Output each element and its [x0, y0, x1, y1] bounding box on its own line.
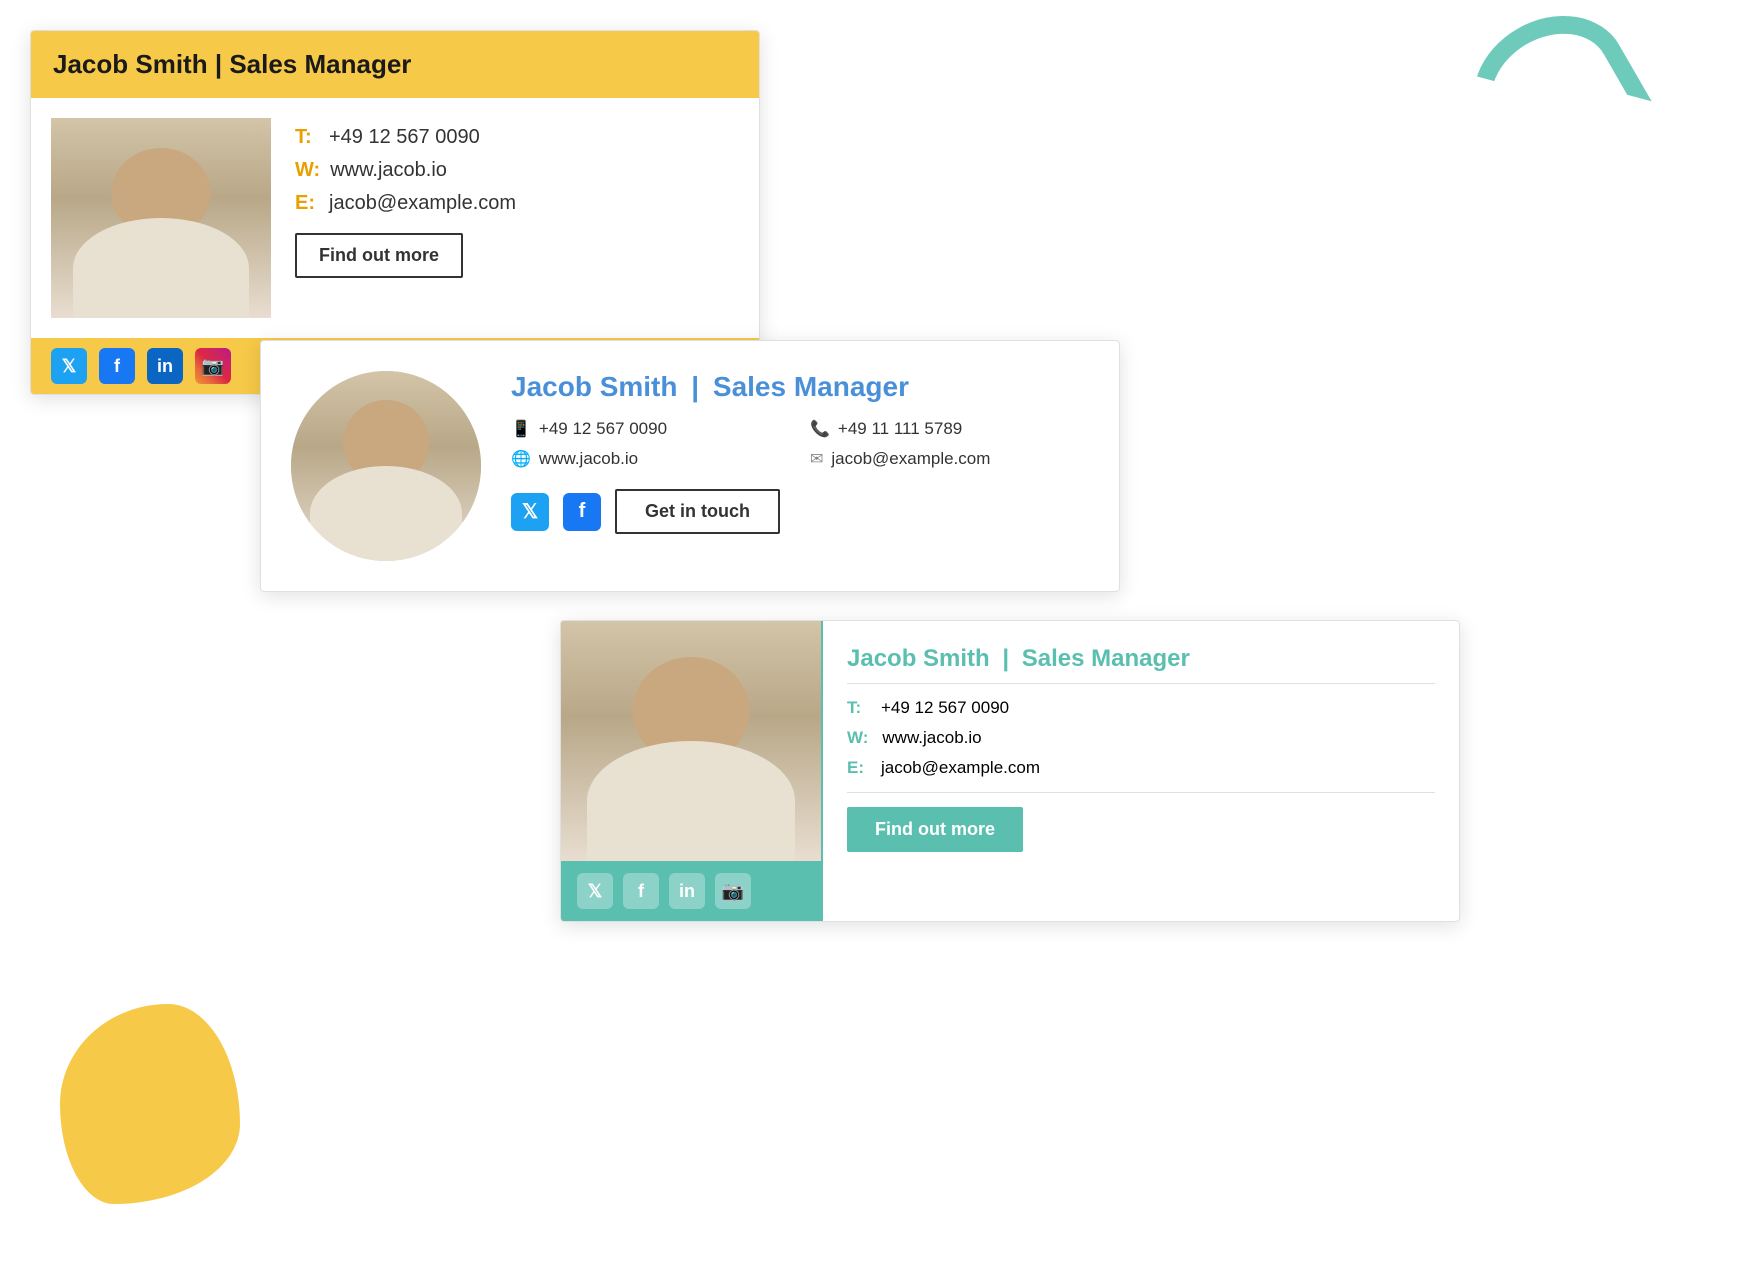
- website-label: W:: [295, 159, 320, 182]
- card2-email-value: jacob@example.com: [831, 449, 990, 469]
- card2-facebook-icon[interactable]: f: [563, 493, 601, 531]
- phone-label: T:: [295, 126, 319, 149]
- card1-cta-button[interactable]: Find out more: [295, 233, 463, 278]
- card2-name-title: Jacob Smith | Sales Manager: [511, 371, 1089, 403]
- card3-name-title: Jacob Smith | Sales Manager: [847, 645, 1435, 684]
- card1-photo: [51, 118, 271, 318]
- card3-divider: [847, 792, 1435, 793]
- card3-photo: [561, 621, 821, 861]
- card1-body: T: +49 12 567 0090 W: www.jacob.io E: ja…: [31, 98, 759, 338]
- person-image-2: [291, 371, 481, 561]
- person-image-3: [561, 621, 821, 861]
- card3-linkedin-icon[interactable]: in: [669, 873, 705, 909]
- card1-website-row: W: www.jacob.io: [295, 159, 739, 182]
- card1-name-title: Jacob Smith | Sales Manager: [53, 49, 411, 79]
- card2-phone-row: 📞 +49 11 111 5789: [810, 419, 1089, 439]
- card2-content: Jacob Smith | Sales Manager 📱 +49 12 567…: [511, 371, 1089, 534]
- phone-value: +49 12 567 0090: [329, 126, 480, 149]
- card3-cta-button[interactable]: Find out more: [847, 807, 1023, 852]
- card2-mobile-row: 📱 +49 12 567 0090: [511, 419, 790, 439]
- card2-email-row: ✉ jacob@example.com: [810, 449, 1089, 469]
- email-signature-card-2: Jacob Smith | Sales Manager 📱 +49 12 567…: [260, 340, 1120, 592]
- card1-email-row: E: jacob@example.com: [295, 192, 739, 215]
- card3-facebook-icon[interactable]: f: [623, 873, 659, 909]
- card3-title: Sales Manager: [1022, 645, 1190, 672]
- card1-phone-row: T: +49 12 567 0090: [295, 126, 739, 149]
- website-icon: 🌐: [511, 449, 531, 469]
- card3-email-row: E: jacob@example.com: [847, 758, 1435, 778]
- email-label: E:: [295, 192, 319, 215]
- mobile-icon: 📱: [511, 419, 531, 439]
- card2-mobile-value: +49 12 567 0090: [539, 419, 667, 439]
- instagram-icon[interactable]: 📷: [195, 348, 231, 384]
- card3-website-row: W: www.jacob.io: [847, 728, 1435, 748]
- card3-pipe: |: [1002, 645, 1009, 672]
- card3-email-value: jacob@example.com: [881, 758, 1040, 778]
- card3-phone-row: T: +49 12 567 0090: [847, 698, 1435, 718]
- linkedin-icon[interactable]: in: [147, 348, 183, 384]
- card2-twitter-icon[interactable]: 𝕏: [511, 493, 549, 531]
- card3-right-panel: Jacob Smith | Sales Manager T: +49 12 56…: [821, 621, 1459, 921]
- twitter-icon[interactable]: 𝕏: [51, 348, 87, 384]
- teal-decoration: [1448, 0, 1652, 181]
- card2-pipe: |: [691, 371, 699, 402]
- card2-photo: [291, 371, 481, 561]
- email-signature-card-3: 𝕏 f in 📷 Jacob Smith | Sales Manager T: …: [560, 620, 1460, 922]
- card3-left-panel: 𝕏 f in 📷: [561, 621, 821, 921]
- card3-website-label: W:: [847, 728, 868, 748]
- card2-contact-grid: 📱 +49 12 567 0090 📞 +49 11 111 5789 🌐 ww…: [511, 419, 1089, 469]
- website-value: www.jacob.io: [330, 159, 447, 182]
- card2-title: Sales Manager: [713, 371, 909, 402]
- card2-name: Jacob Smith: [511, 371, 677, 402]
- card2-phone-value: +49 11 111 5789: [838, 419, 962, 439]
- person-image-1: [51, 118, 271, 318]
- card2-website-row: 🌐 www.jacob.io: [511, 449, 790, 469]
- card1-header: Jacob Smith | Sales Manager: [31, 31, 759, 98]
- card2-website-value: www.jacob.io: [539, 449, 638, 469]
- card3-phone-value: +49 12 567 0090: [881, 698, 1009, 718]
- phone-icon: 📞: [810, 419, 830, 439]
- card3-instagram-icon[interactable]: 📷: [715, 873, 751, 909]
- facebook-icon[interactable]: f: [99, 348, 135, 384]
- card3-phone-label: T:: [847, 698, 867, 718]
- card1-contact-info: T: +49 12 567 0090 W: www.jacob.io E: ja…: [295, 118, 739, 318]
- card3-website-value: www.jacob.io: [882, 728, 981, 748]
- yellow-decoration: [60, 1004, 240, 1204]
- card2-footer-row: 𝕏 f Get in touch: [511, 489, 1089, 534]
- card3-social-bar: 𝕏 f in 📷: [561, 861, 821, 921]
- email-value: jacob@example.com: [329, 192, 516, 215]
- card3-email-label: E:: [847, 758, 867, 778]
- card2-cta-button[interactable]: Get in touch: [615, 489, 780, 534]
- card3-name: Jacob Smith: [847, 645, 990, 672]
- card3-twitter-icon[interactable]: 𝕏: [577, 873, 613, 909]
- email-icon: ✉: [810, 449, 823, 469]
